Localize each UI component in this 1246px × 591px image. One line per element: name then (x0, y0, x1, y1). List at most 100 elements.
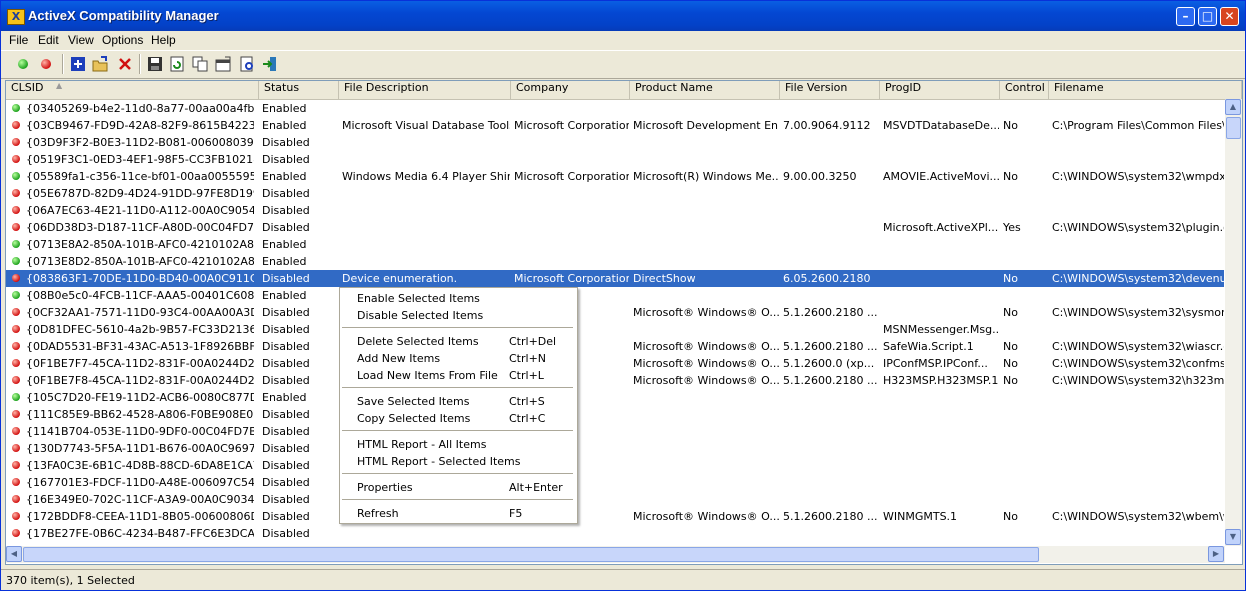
column-header-file-version[interactable]: File Version (780, 81, 880, 99)
table-row[interactable]: {03405269-b4e2-11d0-8a77-00aa00a4fbc5} En… (6, 100, 1224, 117)
menu-edit[interactable]: Edit (38, 33, 59, 47)
table-row[interactable]: {13FA0C3E-6B1C-4D8B-88CD-6DA8E1CA7653} Di… (6, 457, 1224, 474)
title-bar[interactable]: X ActiveX Compatibility Manager – □ ✕ (1, 1, 1245, 31)
column-header-file-description[interactable]: File Description (339, 81, 511, 99)
scroll-up-icon[interactable]: ▲ (1225, 99, 1241, 115)
cell-clsid: {17BE27FE-0B6C-4234-B487-FFC6E3DCA2D6} (26, 527, 254, 540)
cell-filename: C:\WINDOWS\system32\h323msp.dl (1052, 374, 1224, 387)
close-button[interactable]: ✕ (1220, 7, 1239, 26)
activex-list[interactable]: CLSID ▲ Status File Description Company P… (5, 80, 1243, 565)
vertical-scrollbar[interactable]: ▲ ▼ (1225, 99, 1242, 546)
table-row[interactable]: {0D81DFEC-5610-4a2b-9B57-FC33D21366F0} Di… (6, 321, 1224, 338)
menu-add-new-items[interactable]: Add New Items Ctrl+N (340, 350, 575, 367)
cell-clsid: {03405269-b4e2-11d0-8a77-00aa00a4fbc5} (26, 102, 254, 115)
scroll-right-icon[interactable]: ▶ (1208, 546, 1224, 562)
cell-status: Disabled (262, 374, 310, 387)
cell-status: Disabled (262, 408, 310, 421)
table-row[interactable]: {0F1BE7F8-45CA-11D2-831F-00A0244D2298} Di… (6, 372, 1224, 389)
cell-status: Enabled (262, 289, 307, 302)
column-header-filename[interactable]: Filename (1049, 81, 1242, 99)
table-row[interactable]: {111C85E9-BB62-4528-A806-F0BE908E02F0} Di… (6, 406, 1224, 423)
window-title: ActiveX Compatibility Manager (28, 8, 219, 23)
table-row[interactable]: {0519F3C1-0ED3-4EF1-98F5-CC3FB10218C7} Di… (6, 151, 1224, 168)
menu-html-report-selected[interactable]: HTML Report - Selected Items (340, 453, 575, 470)
table-row[interactable]: {167701E3-FDCF-11D0-A48E-006097C549FF} Di… (6, 474, 1224, 491)
table-row[interactable]: {0F1BE7F7-45CA-11D2-831F-00A0244D2298} Di… (6, 355, 1224, 372)
column-header-status[interactable]: Status (259, 81, 339, 99)
table-row-selected[interactable]: {083863F1-70DE-11D0-BD40-00A0C911CE86} Di… (6, 270, 1224, 287)
menu-file[interactable]: File (9, 33, 28, 47)
table-row[interactable]: {0713E8D2-850A-101B-AFC0-4210102A8DA7} En… (6, 253, 1224, 270)
table-row[interactable]: {03D9F3F2-B0E3-11D2-B081-006008039BF0} Di… (6, 134, 1224, 151)
menu-view[interactable]: View (68, 33, 94, 47)
cell-filename: C:\WINDOWS\system32\plugin.ocx (1052, 221, 1224, 234)
menu-copy-selected[interactable]: Copy Selected Items Ctrl+C (340, 410, 575, 427)
menu-item-label: Add New Items (357, 352, 441, 365)
load-file-icon[interactable] (92, 56, 108, 72)
maximize-button[interactable]: □ (1198, 7, 1217, 26)
enable-dot-icon[interactable] (18, 59, 28, 69)
table-row[interactable]: {05E6787D-82D9-4D24-91DD-97FE8D199501} Di… (6, 185, 1224, 202)
save-icon[interactable] (147, 56, 163, 72)
column-header-control[interactable]: Control (1000, 81, 1049, 99)
status-text: 370 item(s), 1 Selected (6, 574, 135, 587)
cell-status: Disabled (262, 204, 310, 217)
table-row[interactable]: {105C7D20-FE19-11D2-ACB6-0080C877D9B9} En… (6, 389, 1224, 406)
delete-icon[interactable] (117, 56, 133, 72)
menu-delete-selected[interactable]: Delete Selected Items Ctrl+Del (340, 333, 575, 350)
horizontal-scroll-thumb[interactable] (23, 547, 1039, 562)
table-row[interactable]: {17BE27FE-0B6C-4234-B487-FFC6E3DCA2D6} Di… (6, 525, 1224, 542)
table-row[interactable]: {05589fa1-c356-11ce-bf01-00aa0055595a} En… (6, 168, 1224, 185)
menu-item-label: Properties (357, 481, 413, 494)
horizontal-scrollbar[interactable]: ◀ ▶ (6, 546, 1225, 563)
menu-enable-selected[interactable]: Enable Selected Items (340, 290, 575, 307)
minimize-button[interactable]: – (1176, 7, 1195, 26)
cell-clsid: {172BDDF8-CEEA-11D1-8B05-00600806D9B6} (26, 510, 254, 523)
disabled-status-icon (12, 495, 20, 503)
table-row[interactable]: {16E349E0-702C-11CF-A3A9-00A0C9034920} Di… (6, 491, 1224, 508)
table-row[interactable]: {06DD38D3-D187-11CF-A80D-00C04FD74A... Di… (6, 219, 1224, 236)
scroll-down-icon[interactable]: ▼ (1225, 529, 1241, 545)
table-row[interactable]: {1141B704-053E-11D0-9DF0-00C04FD7BF41} Di… (6, 423, 1224, 440)
column-header-product-name[interactable]: Product Name (630, 81, 780, 99)
table-row[interactable]: {03CB9467-FD9D-42A8-82F9-8615B4223E6E} En… (6, 117, 1224, 134)
menu-options[interactable]: Options (102, 33, 143, 47)
report-icon[interactable] (239, 56, 255, 72)
column-header-progid[interactable]: ProgID (880, 81, 1000, 99)
cell-status: Disabled (262, 323, 310, 336)
cell-status: Disabled (262, 425, 310, 438)
refresh-icon[interactable] (169, 56, 185, 72)
table-row[interactable]: {0DAD5531-BF31-43AC-A513-1F8926BBF5EC} Di… (6, 338, 1224, 355)
column-header-clsid[interactable]: CLSID ▲ (6, 81, 259, 99)
menu-item-shortcut: F5 (509, 507, 523, 520)
disable-dot-icon[interactable] (41, 59, 51, 69)
menu-load-from-file[interactable]: Load New Items From File Ctrl+L (340, 367, 575, 384)
table-row[interactable]: {08B0e5c0-4FCB-11CF-AAA5-00401C608501} En… (6, 287, 1224, 304)
exit-icon[interactable] (262, 56, 278, 72)
menu-help[interactable]: Help (151, 33, 176, 47)
table-row[interactable]: {06A7EC63-4E21-11D0-A112-00A0C90543AA} Di… (6, 202, 1224, 219)
vertical-scroll-thumb[interactable] (1226, 117, 1241, 139)
new-item-icon[interactable] (70, 56, 86, 72)
menu-properties[interactable]: Properties Alt+Enter (340, 479, 575, 496)
menu-html-report-all[interactable]: HTML Report - All Items (340, 436, 575, 453)
disabled-status-icon (12, 529, 20, 537)
cell-progid: H323MSP.H323MSP.1 (883, 374, 999, 387)
cell-control: No (1003, 272, 1018, 285)
cell-clsid: {105C7D20-FE19-11D2-ACB6-0080C877D9B9} (26, 391, 254, 404)
menu-item-label: Disable Selected Items (357, 309, 484, 322)
table-row[interactable]: {130D7743-5F5A-11D1-B676-00A0C9697233} Di… (6, 440, 1224, 457)
table-row[interactable]: {172BDDF8-CEEA-11D1-8B05-00600806D9B6} Di… (6, 508, 1224, 525)
table-row[interactable]: {0CF32AA1-7571-11D0-93C4-00AA00A3DD... Di… (6, 304, 1224, 321)
menu-disable-selected[interactable]: Disable Selected Items (340, 307, 575, 324)
copy-icon[interactable] (192, 56, 208, 72)
cell-filename: C:\WINDOWS\system32\devenum.dl (1052, 272, 1224, 285)
scroll-left-icon[interactable]: ◀ (6, 546, 22, 562)
menu-save-selected[interactable]: Save Selected Items Ctrl+S (340, 393, 575, 410)
cell-file-version: 5.1.2600.2180 ... (783, 374, 878, 387)
column-header-company[interactable]: Company (511, 81, 630, 99)
table-row[interactable]: {0713E8A2-850A-101B-AFC0-4210102A8DA7} En… (6, 236, 1224, 253)
menu-refresh[interactable]: Refresh F5 (340, 505, 575, 522)
properties-icon[interactable] (215, 56, 231, 72)
enabled-status-icon (12, 240, 20, 248)
